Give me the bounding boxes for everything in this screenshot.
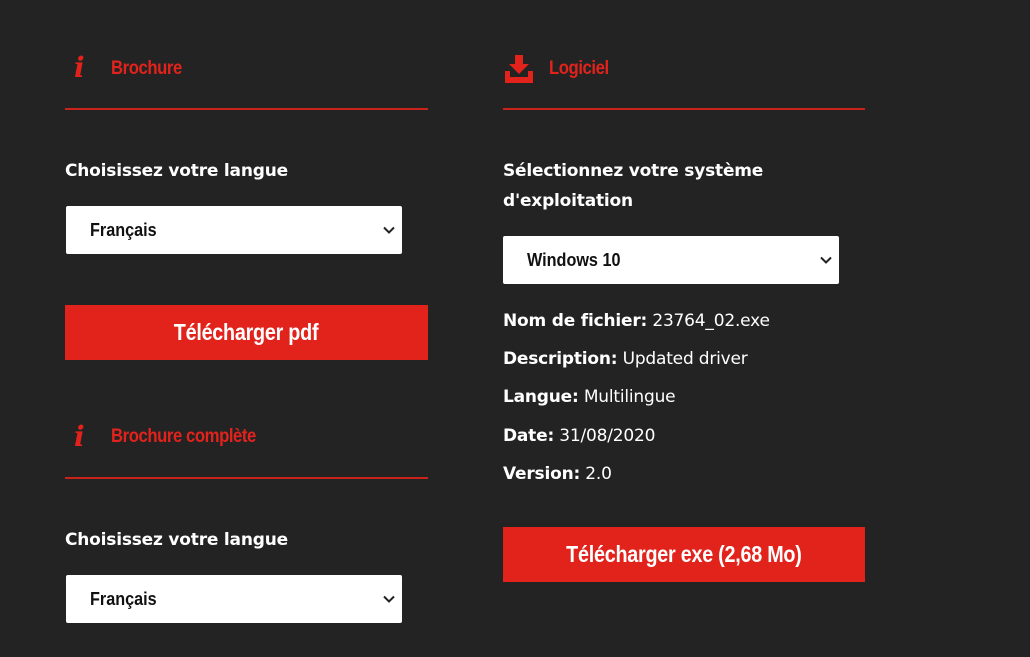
file-name-key: Nom de fichier: [503, 311, 648, 331]
brochure-complete-title: Brochure complète [111, 426, 256, 447]
description-row: Description: Updated driver [503, 348, 748, 370]
download-exe-button[interactable]: Télécharger exe (2,68 Mo) [503, 527, 865, 582]
date-row: Date: 31/08/2020 [503, 425, 655, 447]
download-tray-icon [505, 55, 533, 83]
brochure-language-value: Français [90, 219, 157, 240]
brochure-language-select[interactable]: Français [66, 206, 402, 254]
version-key: Version: [503, 464, 581, 484]
os-select[interactable]: Windows 10 [503, 236, 839, 284]
language-key: Langue: [503, 387, 579, 407]
date-value: 31/08/2020 [559, 426, 656, 446]
download-pdf-button[interactable]: Télécharger pdf [65, 305, 428, 360]
version-value: 2.0 [585, 464, 612, 484]
file-name-row: Nom de fichier: 23764_02.exe [503, 310, 770, 332]
brochure-complete-language-select[interactable]: Français [66, 575, 402, 623]
brochure-language-label: Choisissez votre langue [65, 161, 288, 181]
chevron-down-icon [383, 226, 395, 234]
language-row: Langue: Multilingue [503, 386, 676, 408]
chevron-down-icon [820, 256, 832, 264]
file-name-value: 23764_02.exe [652, 311, 770, 331]
date-key: Date: [503, 426, 555, 446]
brochure-complete-language-label: Choisissez votre langue [65, 530, 288, 550]
brochure-complete-language-value: Français [90, 588, 157, 609]
version-row: Version: 2.0 [503, 463, 612, 485]
software-divider [503, 108, 865, 110]
description-value: Updated driver [622, 349, 748, 369]
language-value: Multilingue [583, 387, 676, 407]
os-value: Windows 10 [527, 249, 621, 270]
brochure-complete-divider [65, 477, 428, 479]
brochure-divider [65, 108, 428, 110]
info-icon: i [74, 420, 85, 453]
brochure-complete-heading: Brochure complète [111, 421, 276, 453]
os-label: Sélectionnez votre système d'exploitatio… [503, 161, 764, 211]
download-pdf-label: Télécharger pdf [174, 319, 319, 345]
info-icon: i [74, 51, 85, 84]
brochure-title: Brochure [111, 58, 182, 79]
software-heading: Logiciel [549, 53, 617, 85]
description-key: Description: [503, 349, 618, 369]
download-exe-label: Télécharger exe (2,68 Mo) [566, 541, 802, 567]
brochure-heading: Brochure [111, 53, 191, 85]
chevron-down-icon [383, 595, 395, 603]
software-title: Logiciel [549, 58, 609, 79]
